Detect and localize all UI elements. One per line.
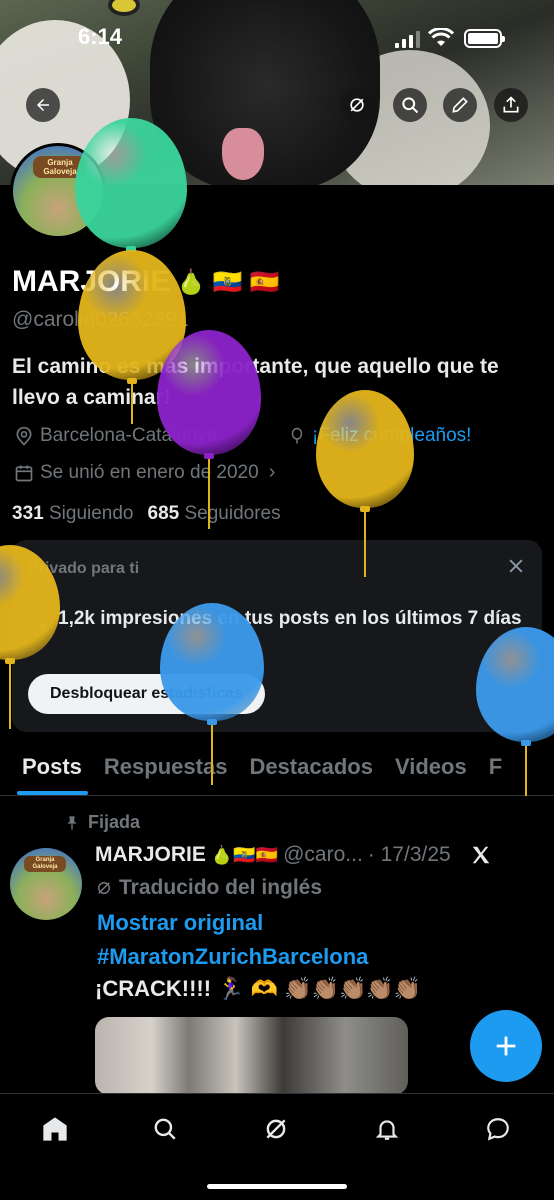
- tab-posts[interactable]: Posts: [0, 742, 93, 795]
- profile-name-emoji: 🍐 🇪🇨 🇪🇸: [176, 268, 280, 296]
- post-hashtag[interactable]: #MaratonZurichBarcelona: [97, 944, 368, 970]
- post-media[interactable]: [95, 1017, 408, 1095]
- pin-icon: [67, 815, 77, 830]
- tab-highlights[interactable]: Destacados: [238, 742, 384, 795]
- follow-stats: 331 Siguiendo 685 Seguidores: [12, 503, 281, 525]
- post-author-name[interactable]: MARJORIE: [95, 843, 206, 867]
- status-time: 6:14: [78, 24, 123, 49]
- search-button[interactable]: [393, 88, 427, 122]
- wifi-icon: [428, 28, 454, 46]
- nav-search[interactable]: [148, 1112, 182, 1146]
- edit-button[interactable]: [443, 88, 477, 122]
- pinned-label: Fijada: [64, 812, 140, 833]
- grok-icon: [98, 882, 110, 894]
- chevron-right-icon: ›: [268, 461, 276, 483]
- battery-icon: [464, 29, 505, 48]
- profile-tabs: Posts Respuestas Destacados Videos F: [0, 742, 554, 796]
- translated-label: Traducido del inglés: [95, 876, 322, 900]
- following-link[interactable]: 331 Siguiendo: [12, 503, 134, 525]
- pencil-icon: [452, 97, 468, 113]
- balloon-icon: [291, 427, 303, 444]
- post-author-handle[interactable]: @caro...: [283, 843, 363, 867]
- tab-more[interactable]: F: [478, 742, 513, 795]
- tab-replies[interactable]: Respuestas: [93, 742, 239, 795]
- profile-bio: El camino es más importante, que aquello…: [12, 355, 499, 409]
- post-header: MARJORIE 🍐🇪🇨🇪🇸 @caro... · 17/3/25: [95, 843, 492, 867]
- private-insights-card: Privado para ti 1,2k impresiones en tus …: [12, 540, 542, 732]
- post-text: ¡CRACK!!!! 🏃‍♀️ 🫶 👏🏽👏🏽👏🏽👏🏽👏🏽: [95, 976, 422, 1001]
- translated-text: Traducido del inglés: [119, 876, 323, 899]
- post-author-emoji: 🍐🇪🇨🇪🇸: [210, 844, 279, 865]
- share-button[interactable]: [494, 88, 528, 122]
- post-date[interactable]: · 17/3/25: [368, 843, 451, 867]
- tab-videos[interactable]: Videos: [384, 742, 478, 795]
- grok-icon: [350, 98, 364, 112]
- plus-icon: [496, 1036, 516, 1056]
- impressions-text: 1,2k impresiones en tus posts en los últ…: [58, 608, 522, 629]
- show-original-link[interactable]: Mostrar original: [97, 910, 263, 936]
- post-avatar-logo-text: Granja Galoveja: [24, 856, 66, 872]
- signal-icon: [395, 30, 420, 48]
- joined-text: Se unió en enero de 2020: [40, 461, 259, 483]
- profile-joined[interactable]: Se unió en enero de 2020 ›: [14, 461, 275, 484]
- nav-notifications[interactable]: [370, 1112, 404, 1146]
- following-label: Siguiendo: [48, 503, 134, 524]
- compose-button[interactable]: [470, 1010, 542, 1082]
- share-icon: [503, 96, 519, 113]
- followers-link[interactable]: 685 Seguidores: [148, 503, 281, 525]
- x-logo-icon: [472, 846, 489, 864]
- calendar-icon: [15, 465, 33, 481]
- nav-messages[interactable]: [481, 1112, 515, 1146]
- status-bar: 6:14: [0, 22, 554, 56]
- close-icon[interactable]: [506, 556, 526, 576]
- back-arrow-icon: [37, 99, 49, 111]
- messages-icon: [487, 1118, 509, 1141]
- home-icon: [43, 1117, 67, 1141]
- following-count: 331: [12, 503, 44, 524]
- nav-home[interactable]: [38, 1112, 72, 1146]
- bell-icon: [375, 1120, 399, 1140]
- grok-icon: [266, 1119, 286, 1139]
- followers-count: 685: [147, 503, 180, 524]
- pinned-text: Fijada: [88, 812, 141, 832]
- home-indicator: [207, 1184, 347, 1189]
- search-icon: [154, 1118, 176, 1140]
- post-avatar[interactable]: Granja Galoveja: [10, 848, 82, 920]
- back-button[interactable]: [26, 88, 60, 122]
- location-pin-icon: [16, 426, 32, 446]
- grok-button[interactable]: [340, 88, 374, 122]
- nav-grok[interactable]: [259, 1112, 293, 1146]
- followers-label: Seguidores: [184, 503, 281, 524]
- search-icon: [402, 97, 419, 114]
